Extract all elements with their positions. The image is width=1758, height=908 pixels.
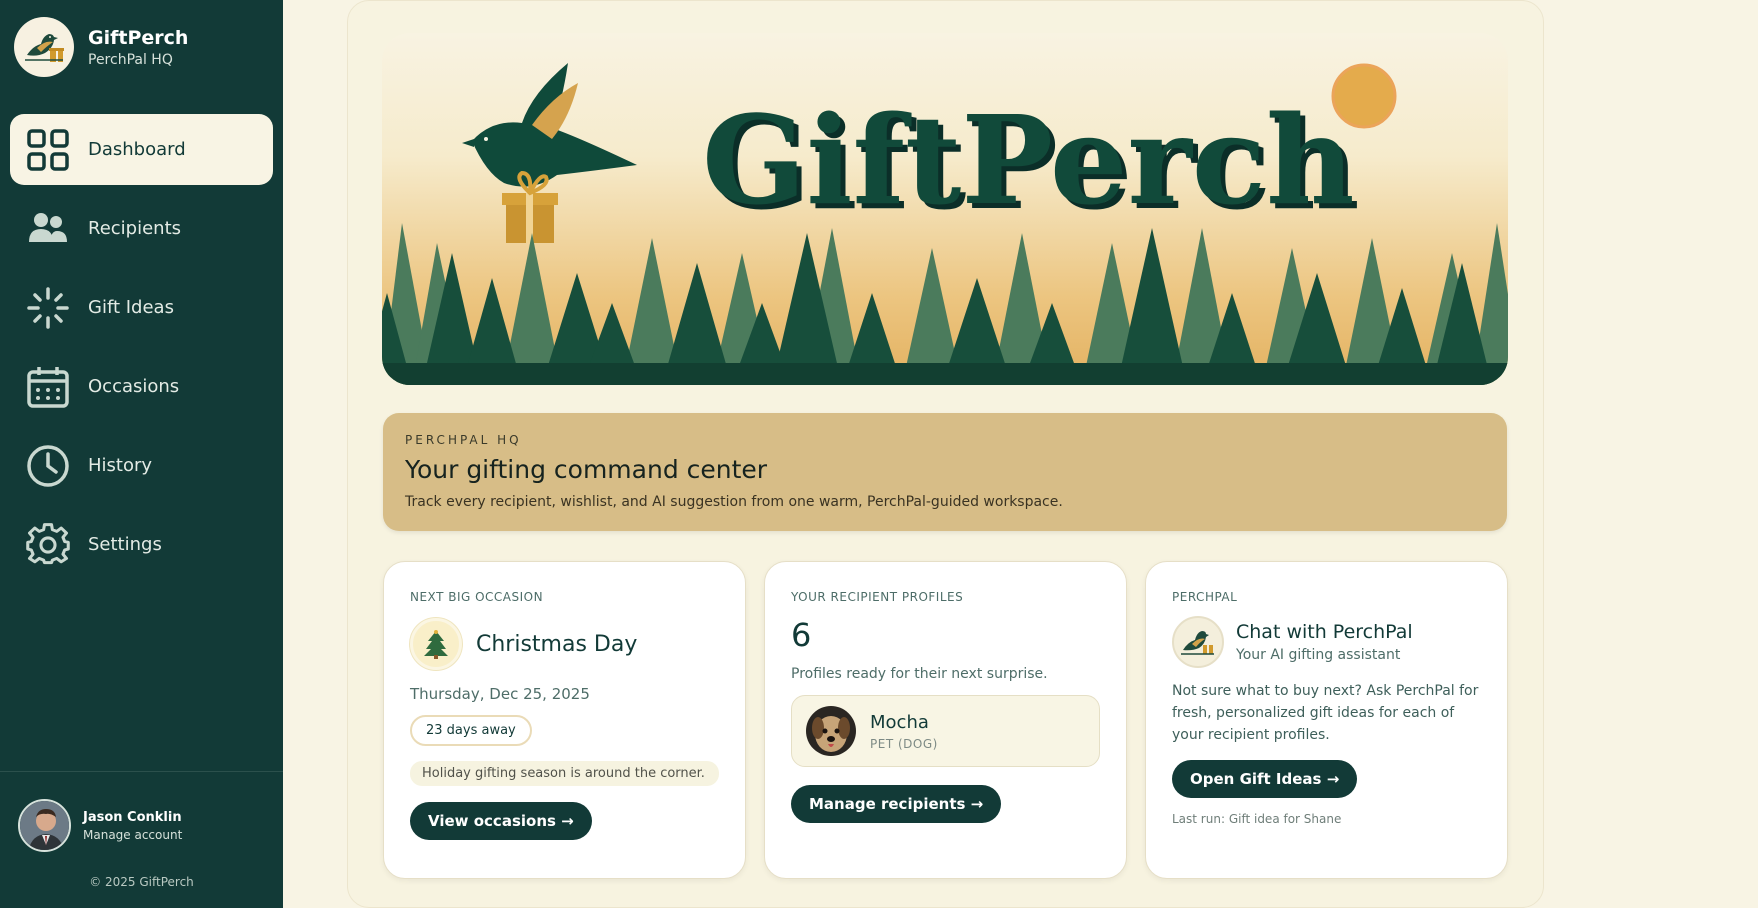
sidebar-item-recipients[interactable]: Recipients bbox=[10, 193, 273, 264]
profile-type: PET (DOG) bbox=[870, 736, 938, 751]
sidebar-item-label: Dashboard bbox=[88, 139, 186, 160]
sidebar-item-label: Recipients bbox=[88, 218, 182, 239]
perchpal-description: Not sure what to buy next? Ask PerchPal … bbox=[1172, 683, 1479, 743]
perchpal-title: Chat with PerchPal bbox=[1236, 621, 1413, 643]
countdown-badge: 23 days away bbox=[410, 715, 532, 746]
recipient-profiles-card: YOUR RECIPIENT PROFILES 6 Profiles ready… bbox=[764, 561, 1127, 879]
sidebar-item-history[interactable]: History bbox=[10, 430, 273, 501]
brand[interactable]: GiftPerch PerchPal HQ bbox=[14, 17, 188, 77]
grid-icon bbox=[26, 128, 70, 172]
card-eyebrow: NEXT BIG OCCASION bbox=[410, 590, 544, 604]
sidebar-nav: Dashboard Recipients Gift Ideas Occasion… bbox=[10, 114, 273, 588]
brand-name: GiftPerch bbox=[88, 26, 189, 49]
sidebar-item-dashboard[interactable]: Dashboard bbox=[10, 114, 273, 185]
sidebar: GiftPerch PerchPal HQ Dashboard Recipien… bbox=[0, 0, 283, 908]
sidebar-item-label: History bbox=[88, 455, 153, 476]
occasion-title: Christmas Day bbox=[476, 631, 638, 657]
last-run-text: Last run: Gift idea for Shane bbox=[1172, 812, 1342, 826]
hero-logo-text: GiftPerch bbox=[702, 88, 1355, 232]
occasion-note: Holiday gifting season is around the cor… bbox=[410, 761, 719, 786]
christmas-tree-icon bbox=[410, 618, 462, 670]
sidebar-item-gift-ideas[interactable]: Gift Ideas bbox=[10, 272, 273, 343]
avatar bbox=[18, 799, 71, 852]
view-occasions-button[interactable]: View occasions → bbox=[410, 802, 592, 840]
clock-icon bbox=[26, 444, 70, 488]
card-eyebrow: YOUR RECIPIENT PROFILES bbox=[791, 590, 964, 604]
sidebar-item-label: Occasions bbox=[88, 376, 180, 397]
account-menu[interactable]: Jason Conklin Manage account bbox=[18, 799, 182, 852]
recipient-count: 6 bbox=[791, 616, 812, 654]
banner-eyebrow: PERCHPAL HQ bbox=[405, 433, 522, 447]
gear-icon bbox=[26, 522, 70, 567]
banner-description: Track every recipient, wishlist, and AI … bbox=[405, 494, 1063, 510]
perchpal-subtitle: Your AI gifting assistant bbox=[1236, 647, 1401, 663]
perchpal-bird-icon bbox=[1172, 616, 1224, 668]
recipient-count-description: Profiles ready for their next surprise. bbox=[791, 666, 1048, 682]
open-gift-ideas-button[interactable]: Open Gift Ideas → bbox=[1172, 760, 1358, 798]
sidebar-item-label: Settings bbox=[88, 534, 162, 555]
perchpal-card: PERCHPAL Chat with PerchPal Your AI gift… bbox=[1145, 561, 1508, 879]
pet-avatar bbox=[806, 706, 856, 756]
sidebar-item-occasions[interactable]: Occasions bbox=[10, 351, 273, 422]
brand-logo bbox=[14, 17, 74, 77]
calendar-icon bbox=[26, 365, 70, 409]
hero-banner: GiftPerch GiftPerch bbox=[382, 33, 1508, 385]
sidebar-item-settings[interactable]: Settings bbox=[10, 509, 273, 580]
sidebar-divider bbox=[0, 771, 283, 772]
recipient-profile-item[interactable]: Mocha PET (DOG) bbox=[791, 695, 1100, 767]
welcome-banner: PERCHPAL HQ Your gifting command center … bbox=[383, 413, 1507, 531]
copyright: © 2025 GiftPerch bbox=[89, 875, 194, 889]
account-name: Jason Conklin bbox=[83, 809, 182, 825]
brand-subtitle: PerchPal HQ bbox=[88, 51, 173, 68]
manage-account-link[interactable]: Manage account bbox=[83, 828, 182, 842]
sparkle-icon bbox=[26, 286, 70, 330]
manage-recipients-button[interactable]: Manage recipients → bbox=[791, 785, 1002, 823]
occasion-date: Thursday, Dec 25, 2025 bbox=[410, 685, 590, 703]
people-icon bbox=[26, 207, 70, 251]
profile-name: Mocha bbox=[870, 711, 929, 733]
card-eyebrow: PERCHPAL bbox=[1172, 590, 1238, 604]
next-occasion-card: NEXT BIG OCCASION Christmas Day Thursday… bbox=[383, 561, 746, 879]
sidebar-item-label: Gift Ideas bbox=[88, 297, 174, 318]
banner-title: Your gifting command center bbox=[405, 455, 768, 484]
